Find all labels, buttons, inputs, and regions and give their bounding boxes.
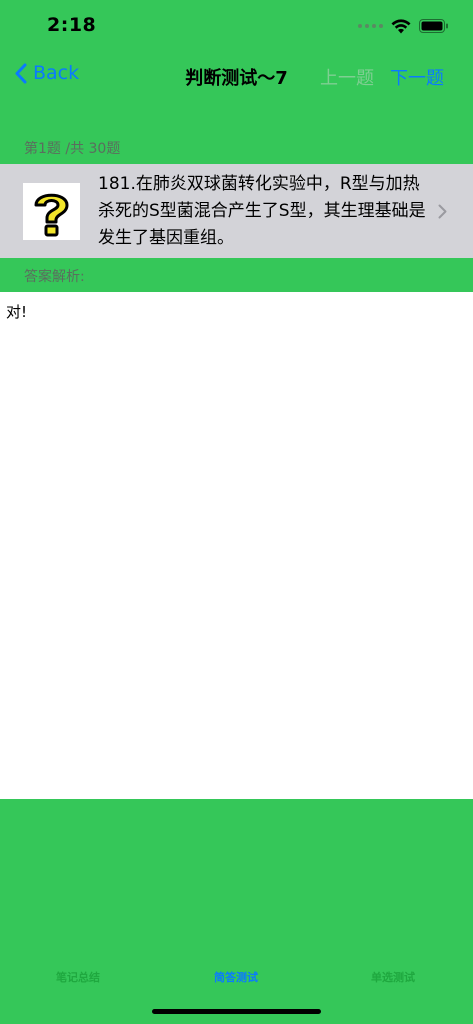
chevron-right-icon [438, 204, 447, 218]
previous-question-button[interactable]: 上一题 [320, 64, 374, 90]
battery-icon [419, 19, 448, 33]
answer-label: 答案解析: [24, 269, 85, 285]
tab-single-choice-test[interactable]: 单选测试 [343, 969, 443, 985]
question-counter: 第1题 /共 30题 [24, 141, 121, 157]
wifi-icon [391, 18, 411, 33]
next-question-button[interactable]: 下一题 [390, 64, 444, 90]
status-icons [358, 16, 449, 36]
tab-notes-summary[interactable]: 笔记总结 [28, 969, 128, 985]
answer-panel: 对! [0, 292, 473, 799]
question-row[interactable]: 181.在肺炎双球菌转化实验中，R型与加热杀死的S型菌混合产生了S型，其生理基础… [0, 164, 473, 258]
tab-short-answer-test[interactable]: 简答测试 [186, 969, 286, 985]
back-button[interactable]: Back [14, 62, 79, 84]
cellular-signal-icon [358, 24, 383, 28]
back-label: Back [33, 62, 80, 84]
chevron-left-icon [15, 63, 27, 83]
question-mark-icon [23, 182, 80, 240]
status-time: 2:18 [47, 14, 97, 36]
answer-text: 对! [6, 303, 28, 321]
question-text: 181.在肺炎双球菌转化实验中，R型与加热杀死的S型菌混合产生了S型，其生理基础… [98, 173, 426, 248]
home-indicator[interactable] [152, 1009, 321, 1014]
